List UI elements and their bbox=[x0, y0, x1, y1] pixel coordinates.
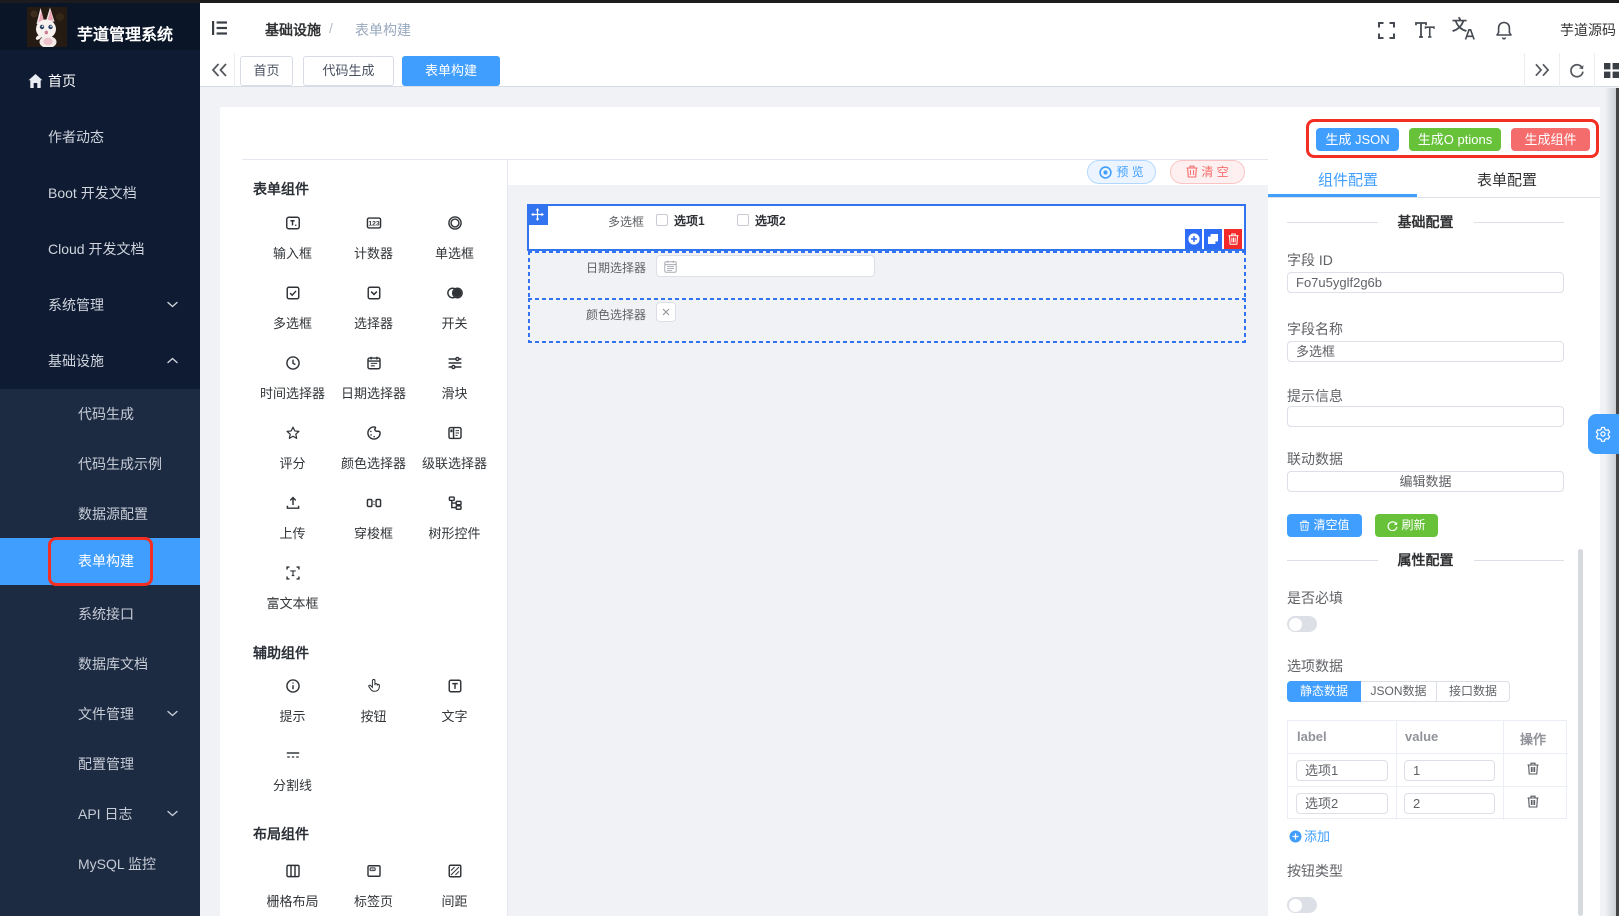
svg-text:123: 123 bbox=[368, 220, 380, 227]
svg-text:TAB: TAB bbox=[370, 867, 375, 871]
